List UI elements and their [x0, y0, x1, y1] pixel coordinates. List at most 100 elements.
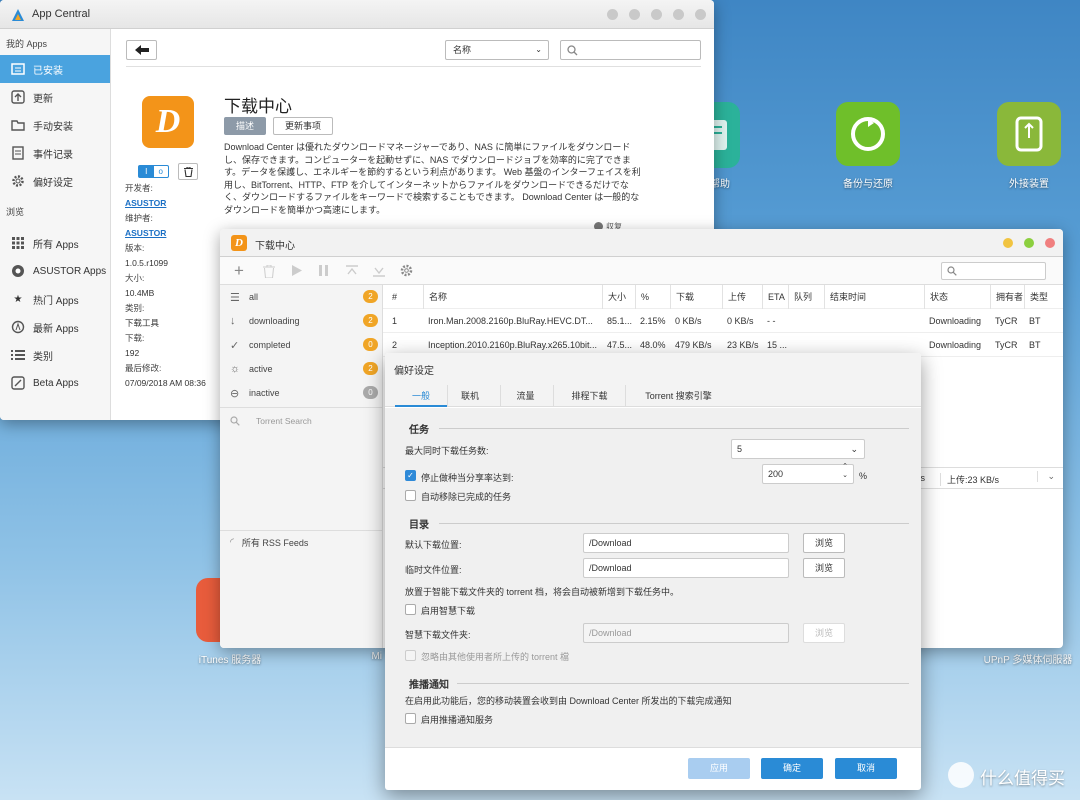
- table-cell: TyCR: [995, 316, 1018, 326]
- tab-general[interactable]: 一般: [395, 385, 447, 407]
- column-header[interactable]: 类型: [1024, 285, 1048, 309]
- table-cell: 1: [392, 316, 398, 326]
- auto-remove-checkbox[interactable]: [405, 490, 416, 501]
- enable-toggle[interactable]: Io: [138, 165, 169, 178]
- browse-temp-button[interactable]: 浏览: [803, 558, 845, 578]
- browse-default-button[interactable]: 浏览: [803, 533, 845, 553]
- sidebar-item-event-log[interactable]: 事件记录: [0, 139, 110, 167]
- push-note: 在启用此功能后，您的移动装置会收到由 Download Center 所发出的下…: [405, 696, 732, 706]
- tab-connection[interactable]: 联机: [447, 385, 492, 407]
- column-header[interactable]: 队列: [788, 285, 812, 309]
- close-button[interactable]: [1045, 238, 1055, 248]
- sidebar-item-all-apps[interactable]: 所有 Apps: [0, 229, 110, 257]
- meta-link[interactable]: ASUSTOR: [125, 226, 220, 241]
- column-header[interactable]: ETA: [762, 285, 785, 309]
- tab-schedule[interactable]: 排程下载: [553, 385, 625, 407]
- uninstall-button[interactable]: [178, 163, 198, 180]
- installed-icon: [10, 61, 26, 77]
- apply-button[interactable]: 应用: [688, 758, 750, 779]
- filter-item-all[interactable]: ☰ all 2: [220, 285, 382, 309]
- cancel-button[interactable]: 取消: [835, 758, 897, 779]
- table-row[interactable]: 1 Iron.Man.2008.2160p.BluRay.HEVC.DT... 85…: [383, 309, 1063, 333]
- chevron-down-icon[interactable]: ⌄: [1037, 471, 1055, 482]
- stepper-icon[interactable]: ⌃ ⌄: [842, 462, 848, 480]
- tab-traffic[interactable]: 流量: [500, 385, 550, 407]
- download-toolbar: +: [220, 257, 1063, 285]
- sidebar-item-new-apps[interactable]: 最新 Apps: [0, 313, 110, 341]
- column-header[interactable]: 大小: [602, 285, 626, 309]
- add-icon[interactable]: +: [234, 261, 244, 281]
- sort-select[interactable]: 名称 ⌄: [445, 40, 549, 60]
- push-enable-checkbox[interactable]: [405, 713, 416, 724]
- column-header[interactable]: 名称: [423, 285, 447, 309]
- meta-link[interactable]: ASUSTOR: [125, 196, 220, 211]
- column-header[interactable]: 状态: [924, 285, 948, 309]
- ok-button[interactable]: 确定: [761, 758, 823, 779]
- share-ratio-input[interactable]: 200 ⌃ ⌄: [762, 462, 854, 484]
- help-dot[interactable]: [607, 9, 618, 20]
- minimize-button[interactable]: [1002, 238, 1013, 248]
- column-header[interactable]: %: [635, 285, 649, 309]
- sidebar-item-manual-install[interactable]: 手动安装: [0, 111, 110, 139]
- download-center-titlebar[interactable]: D 下载中心: [220, 229, 1063, 257]
- sidebar-item-preferences[interactable]: 偏好设定: [0, 167, 110, 195]
- ignore-others-checkbox[interactable]: [405, 650, 416, 661]
- maximize-dot[interactable]: [673, 9, 684, 20]
- smart-download-checkbox[interactable]: [405, 604, 416, 615]
- column-header[interactable]: 上传: [722, 285, 746, 309]
- play-icon[interactable]: [292, 265, 302, 276]
- sidebar-item-asustor-apps[interactable]: ASUSTOR Apps: [0, 257, 110, 285]
- backup-restore-icon[interactable]: [836, 102, 900, 166]
- tab-torrent-search-engine[interactable]: Torrent 搜索引擎: [625, 385, 731, 407]
- settings-gear-icon[interactable]: [400, 264, 413, 277]
- rss-feeds-item[interactable]: ◜ 所有 RSS Feeds: [220, 530, 382, 554]
- browse-smart-button[interactable]: 浏览: [803, 623, 845, 643]
- meta-key: 下载:: [125, 333, 145, 343]
- meta-key: 最后修改:: [125, 363, 162, 373]
- move-bottom-icon[interactable]: [373, 265, 385, 277]
- sidebar-item-beta-apps[interactable]: Beta Apps: [0, 369, 110, 397]
- download-search-input[interactable]: [941, 262, 1046, 280]
- pause-icon[interactable]: [319, 265, 329, 276]
- column-header[interactable]: 结束时间: [824, 285, 866, 309]
- tab-updates[interactable]: 更新事项: [273, 117, 333, 135]
- chevron-down-icon: ⌄: [850, 444, 858, 454]
- stop-seeding-checkbox[interactable]: ✓: [405, 470, 416, 481]
- column-header[interactable]: #: [387, 285, 397, 309]
- external-devices-icon[interactable]: [997, 102, 1061, 166]
- close-dot[interactable]: [695, 9, 706, 20]
- max-tasks-select[interactable]: 5 ⌄: [731, 439, 865, 459]
- table-cell: 0 KB/s: [727, 316, 754, 326]
- app-central-titlebar[interactable]: App Central: [0, 0, 714, 29]
- default-location-input[interactable]: /Download: [583, 533, 789, 553]
- tab-description[interactable]: 描述: [224, 117, 266, 135]
- torrent-search-input[interactable]: Torrent Search: [220, 407, 382, 434]
- delete-icon[interactable]: [263, 265, 275, 278]
- settings-dot[interactable]: [629, 9, 640, 20]
- smart-folder-input[interactable]: /Download: [583, 623, 789, 643]
- maximize-button[interactable]: [1023, 238, 1034, 248]
- column-header[interactable]: 下载: [670, 285, 694, 309]
- meta-value: 10.4MB: [125, 288, 155, 298]
- window-controls[interactable]: [596, 9, 706, 23]
- table-header: # 名称 大小% 下载 上传 ETA 队列 结束时间 状态 拥有者 类型: [383, 285, 1063, 309]
- dialog-titlebar[interactable]: 偏好设定: [385, 353, 921, 385]
- column-header[interactable]: 拥有者: [990, 285, 1023, 309]
- app-search-input[interactable]: [560, 40, 701, 60]
- sidebar-item-categories[interactable]: 类别: [0, 341, 110, 369]
- move-top-icon[interactable]: [346, 265, 358, 277]
- filter-label: all: [249, 292, 259, 302]
- filter-item-downloading[interactable]: ↓ downloading 2: [220, 309, 382, 333]
- temp-location-input[interactable]: /Download: [583, 558, 789, 578]
- stop-seeding-label: 停止做种当分享率达到:: [421, 473, 514, 483]
- download-center-title: 下载中心: [255, 241, 295, 252]
- sidebar-item-popular-apps[interactable]: ★ 热门 Apps: [0, 285, 110, 313]
- filter-item-inactive[interactable]: ⊖ inactive 0: [220, 381, 382, 405]
- filter-item-completed[interactable]: ✓ completed 0: [220, 333, 382, 357]
- filter-item-active[interactable]: ☼ active 2: [220, 357, 382, 381]
- sidebar-item-installed[interactable]: 已安装: [0, 55, 110, 83]
- back-button[interactable]: [126, 40, 157, 60]
- sidebar-item-update[interactable]: 更新: [0, 83, 110, 111]
- minimize-dot[interactable]: [651, 9, 662, 20]
- folder-icon: [10, 117, 26, 133]
